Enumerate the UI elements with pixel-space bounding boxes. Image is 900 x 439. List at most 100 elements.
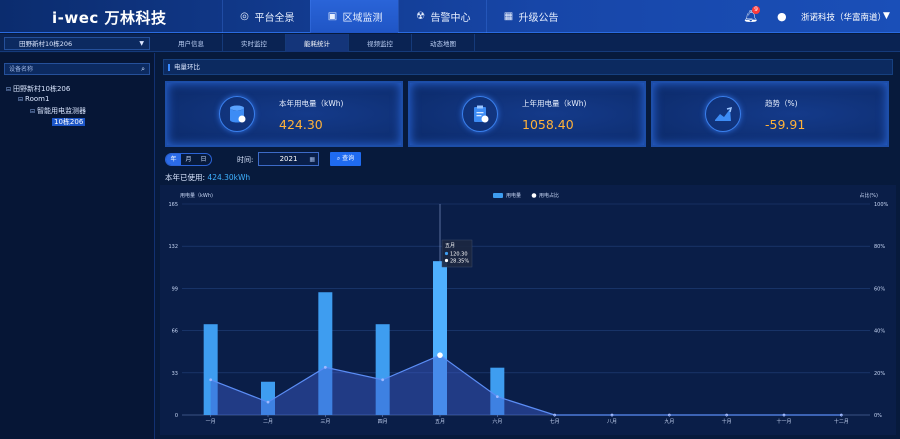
used-label: 本年已使用: bbox=[165, 173, 206, 182]
x-tick-label: 十月 bbox=[722, 418, 732, 425]
calendar-icon: ▦ bbox=[309, 156, 315, 163]
x-tick-label: 八月 bbox=[607, 419, 617, 425]
year-picker[interactable]: 2021 ▦ bbox=[258, 152, 319, 166]
card-last-year: 上年用电量（kWh) 1058.40 bbox=[408, 81, 646, 147]
used-value: 424.30kWh bbox=[207, 173, 251, 182]
user-icon: ● bbox=[777, 10, 787, 23]
legend-line-swatch bbox=[531, 193, 537, 198]
y-right-tick-label: 40% bbox=[874, 329, 885, 335]
chevron-down-icon: ▼ bbox=[139, 40, 144, 47]
nav-label: 升级公告 bbox=[518, 13, 559, 24]
x-tick-label: 二月 bbox=[263, 419, 273, 425]
tooltip-line-dot bbox=[444, 258, 449, 263]
user-name[interactable]: 浙诺科技（华富南道） bbox=[801, 11, 886, 23]
tree-label: Room1 bbox=[25, 95, 50, 103]
y-tick-label: 33 bbox=[172, 371, 178, 377]
module-tabs: 用户信息 实时监控 能耗统计 视频监控 动态地图 bbox=[160, 34, 475, 52]
y-right-axis-label: 占比(%) bbox=[859, 192, 878, 199]
year-value: 2021 bbox=[279, 155, 298, 163]
query-label: 查询 bbox=[342, 155, 355, 162]
card-this-year: 本年用电量（kWh) 424.30 bbox=[165, 81, 403, 147]
card-trend: 趋势（%) -59.91 bbox=[651, 81, 889, 147]
nav-platform[interactable]: ◎ 平台全景 bbox=[222, 0, 310, 33]
x-tick-label: 四月 bbox=[378, 419, 388, 425]
y-tick-label: 165 bbox=[168, 202, 178, 208]
line-point bbox=[209, 378, 213, 382]
nav-label: 平台全景 bbox=[254, 13, 295, 24]
notification-badge: 9 bbox=[752, 6, 760, 14]
card-label: 趋势（%) bbox=[765, 99, 798, 108]
x-tick-label: 五月 bbox=[435, 419, 445, 425]
x-tick-label: 十一月 bbox=[776, 418, 791, 425]
site-select-value: 田野新村10栋206 bbox=[19, 40, 73, 48]
nav-alarm[interactable]: ☢ 告警中心 bbox=[398, 0, 486, 33]
period-month[interactable]: 月 bbox=[181, 154, 196, 165]
card-label: 本年用电量（kWh) bbox=[279, 99, 344, 108]
search-placeholder: 设备名称 bbox=[9, 66, 34, 73]
minus-icon[interactable]: ⊟ bbox=[30, 108, 35, 115]
y-axis-label: 用电量（kWh) bbox=[180, 192, 213, 199]
x-tick-label: 十二月 bbox=[834, 418, 849, 425]
nav-label: 告警中心 bbox=[430, 13, 471, 24]
tooltip-bar-value: 120.30 bbox=[450, 252, 468, 258]
top-bar: i-wec 万林科技 ◎ 平台全景 ▣ 区域监测 ☢ 告警中心 ▦ 升级公告 🔔︎ 9 … bbox=[0, 0, 900, 33]
y-tick-label: 0 bbox=[175, 413, 178, 419]
globe-icon: ◎ bbox=[240, 10, 249, 22]
x-tick-label: 六月 bbox=[492, 418, 502, 425]
line-point bbox=[323, 365, 327, 369]
tab-video[interactable]: 视频监控 bbox=[349, 34, 412, 52]
trend-icon bbox=[705, 96, 741, 132]
period-year[interactable]: 年 bbox=[166, 154, 181, 165]
period-day[interactable]: 日 bbox=[196, 154, 211, 165]
y-right-tick-label: 80% bbox=[874, 244, 885, 250]
legend-bar-label: 用电量 bbox=[506, 192, 521, 199]
card-value: -59.91 bbox=[765, 117, 806, 132]
tree-node-device[interactable]: ⊟ 智能用电监测器 bbox=[30, 106, 86, 116]
tree-label: 10栋206 bbox=[52, 118, 86, 126]
time-label: 时间: bbox=[237, 156, 254, 164]
tree-node-meter[interactable]: 10栋206 bbox=[52, 117, 86, 127]
nav-region[interactable]: ▣ 区域监测 bbox=[310, 0, 398, 33]
tab-realtime[interactable]: 实时监控 bbox=[223, 34, 286, 52]
logo: i-wec 万林科技 bbox=[52, 9, 167, 27]
x-tick-label: 三月 bbox=[320, 419, 330, 425]
site-select[interactable]: 田野新村10栋206 ▼ bbox=[4, 37, 150, 50]
nav-label: 区域监测 bbox=[342, 13, 383, 24]
x-tick-label: 七月 bbox=[550, 418, 560, 425]
minus-icon[interactable]: ⊟ bbox=[6, 86, 11, 93]
tree-label: 田野新村10栋206 bbox=[13, 85, 71, 93]
grid-icon: ▦ bbox=[503, 10, 514, 22]
main-nav: ◎ 平台全景 ▣ 区域监测 ☢ 告警中心 ▦ 升级公告 bbox=[222, 0, 574, 33]
tree-node-site[interactable]: ⊟ 田野新村10栋206 bbox=[6, 84, 70, 94]
y-right-tick-label: 0% bbox=[874, 413, 882, 419]
query-button[interactable]: ⌕ 查询 bbox=[330, 152, 361, 166]
x-tick-label: 一月 bbox=[206, 419, 216, 425]
y-right-tick-label: 60% bbox=[874, 286, 885, 292]
tab-user-info[interactable]: 用户信息 bbox=[160, 34, 223, 52]
search-icon[interactable]: ⌕ bbox=[141, 64, 145, 75]
minus-icon[interactable]: ⊟ bbox=[18, 96, 23, 103]
nav-upgrade[interactable]: ▦ 升级公告 bbox=[486, 0, 574, 33]
card-label: 上年用电量（kWh) bbox=[522, 99, 587, 108]
database-icon bbox=[219, 96, 255, 132]
used-summary: 本年已使用: 424.30kWh bbox=[165, 172, 250, 183]
period-toggle: 年 月 日 bbox=[165, 153, 212, 166]
legend-line-label: 用电占比 bbox=[539, 192, 559, 199]
tree-label: 智能用电监测器 bbox=[37, 107, 87, 115]
section-title: 电量环比 bbox=[163, 59, 893, 75]
energy-chart-svg: 0 33 66 99 132 165 0% 20% 40% 60% 80% 100% 用电量（kWh) 占… bbox=[168, 192, 888, 425]
x-tick-label: 九月 bbox=[664, 418, 674, 425]
chevron-down-icon[interactable]: ▼ bbox=[883, 11, 890, 21]
card-value: 1058.40 bbox=[522, 117, 574, 132]
y-tick-label: 66 bbox=[172, 329, 178, 335]
line-point bbox=[266, 400, 270, 404]
tab-energy-stats[interactable]: 能耗统计 bbox=[286, 34, 349, 52]
line-point bbox=[381, 378, 385, 382]
monitor-icon: ▣ bbox=[327, 10, 338, 22]
tooltip-bar-dot bbox=[444, 251, 449, 256]
search-input[interactable]: 设备名称 ⌕ bbox=[4, 63, 150, 75]
legend-bar-swatch bbox=[493, 193, 503, 198]
tree-node-room[interactable]: ⊟ Room1 bbox=[18, 95, 49, 103]
y-tick-label: 132 bbox=[168, 244, 178, 250]
tab-map[interactable]: 动态地图 bbox=[412, 34, 475, 52]
